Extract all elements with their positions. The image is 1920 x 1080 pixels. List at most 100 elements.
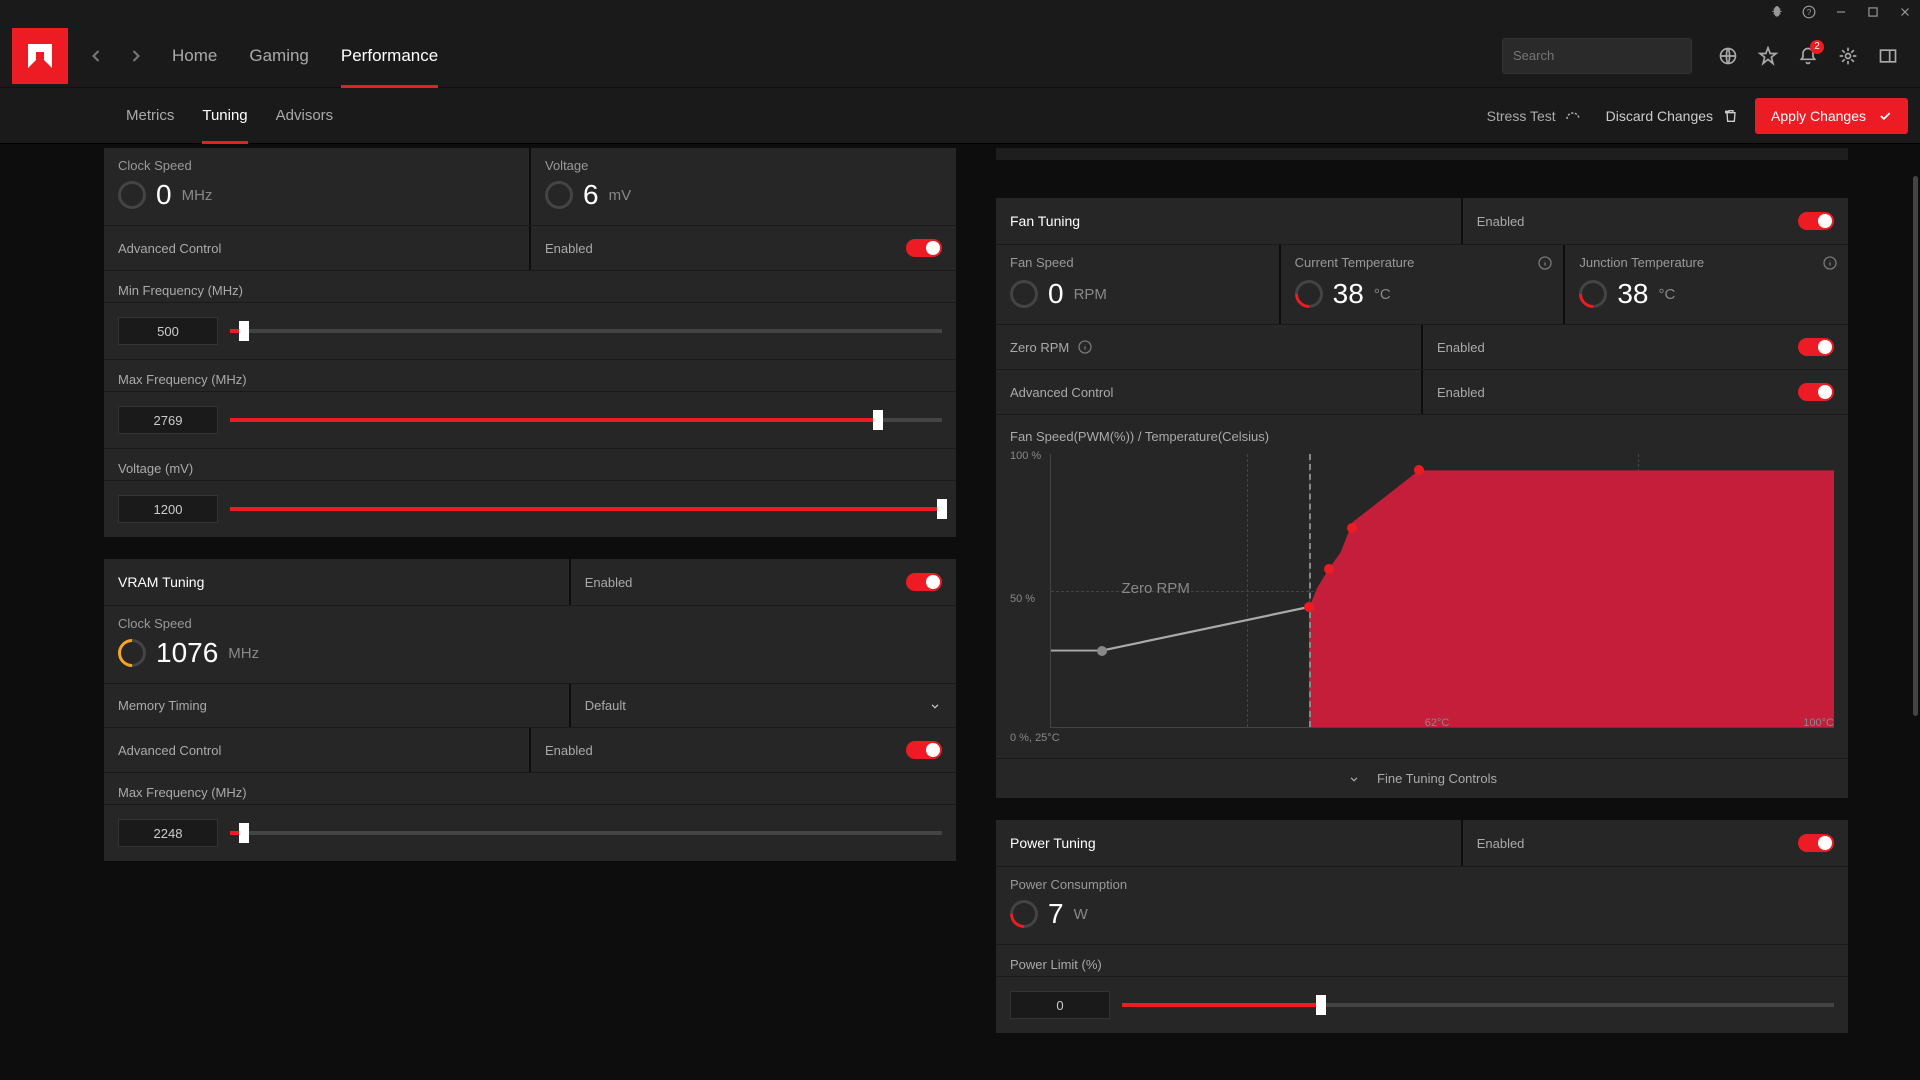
- search-input[interactable]: [1513, 48, 1689, 63]
- maximize-icon[interactable]: [1866, 5, 1880, 19]
- stress-test-button[interactable]: Stress Test: [1487, 107, 1582, 125]
- fine-tuning-expand[interactable]: Fine Tuning Controls: [996, 758, 1848, 798]
- gauge-icon: [545, 181, 573, 209]
- memory-timing-row: Memory Timing Default: [104, 683, 956, 727]
- nav-gaming[interactable]: Gaming: [233, 24, 325, 88]
- gauge-icon: [1004, 894, 1044, 934]
- info-icon[interactable]: [1822, 255, 1838, 271]
- vram-max-freq-slider-row: [104, 804, 956, 861]
- max-freq-input[interactable]: [118, 406, 218, 434]
- fan-curve-chart[interactable]: Fan Speed(PWM(%)) / Temperature(Celsius)…: [996, 414, 1848, 758]
- tab-advisors[interactable]: Advisors: [262, 88, 348, 144]
- star-icon[interactable]: [1748, 36, 1788, 76]
- fan-curve-point[interactable]: [1324, 564, 1334, 574]
- fan-curve-point[interactable]: [1304, 602, 1314, 612]
- power-limit-slider[interactable]: [1122, 1003, 1834, 1007]
- vram-max-freq-input[interactable]: [118, 819, 218, 847]
- voltage-input[interactable]: [118, 495, 218, 523]
- chevron-down-icon: [928, 699, 942, 713]
- memory-timing-label: Memory Timing: [118, 698, 207, 713]
- power-limit-input[interactable]: [1010, 991, 1110, 1019]
- nav-performance[interactable]: Performance: [325, 24, 454, 88]
- gpu-advanced-toggle[interactable]: [906, 239, 942, 257]
- fan-speed-unit: RPM: [1074, 286, 1107, 303]
- apply-changes-button[interactable]: Apply Changes: [1755, 98, 1908, 134]
- gauge-icon: [1010, 280, 1038, 308]
- right-column: Fan Tuning Enabled Fan Speed 0 RPM Curre…: [996, 144, 1848, 1080]
- fan-curve-point[interactable]: [1347, 523, 1357, 533]
- fan-stats: Fan Speed 0 RPM Current Temperature 38 °…: [996, 244, 1848, 324]
- chart-y-100: 100 %: [1010, 450, 1041, 462]
- vram-toggle[interactable]: [906, 573, 942, 591]
- fan-speed-stat: Fan Speed 0 RPM: [996, 245, 1279, 324]
- discard-changes-button[interactable]: Discard Changes: [1606, 108, 1739, 124]
- power-limit-slider-row: [996, 976, 1848, 1033]
- min-freq-slider[interactable]: [230, 329, 942, 333]
- notifications-icon[interactable]: 2: [1788, 36, 1828, 76]
- chart-plot-area[interactable]: 100 % 50 % 0 %, 25°C: [1010, 454, 1834, 744]
- fan-header: Fan Tuning Enabled: [996, 198, 1848, 244]
- chart-origin-label: 0 %, 25°C: [1010, 732, 1060, 744]
- voltage-slider[interactable]: [230, 507, 942, 511]
- fan-advanced-toggle[interactable]: [1798, 383, 1834, 401]
- gauge-icon: [112, 633, 152, 673]
- gpu-voltage-value: 6: [583, 179, 599, 211]
- sidebar-toggle-icon[interactable]: [1868, 36, 1908, 76]
- amd-logo[interactable]: [12, 28, 68, 84]
- vram-max-freq-slider[interactable]: [230, 831, 942, 835]
- advanced-control-label: Advanced Control: [118, 743, 221, 758]
- enabled-label: Enabled: [1477, 836, 1525, 851]
- header: Home Gaming Performance 2: [0, 24, 1920, 88]
- power-limit-label: Power Limit (%): [996, 944, 1848, 976]
- fan-title: Fan Tuning: [1010, 213, 1080, 229]
- gpu-clock-unit: MHz: [182, 187, 213, 204]
- min-freq-input[interactable]: [118, 317, 218, 345]
- fine-tuning-label: Fine Tuning Controls: [1377, 771, 1497, 786]
- trash-icon: [1723, 108, 1739, 124]
- gpu-advanced-control-row: Advanced Control Enabled: [104, 225, 956, 270]
- tab-metrics[interactable]: Metrics: [112, 88, 188, 144]
- settings-icon[interactable]: [1828, 36, 1868, 76]
- power-consumption-value: 7: [1048, 898, 1064, 930]
- gpu-voltage-unit: mV: [609, 187, 632, 204]
- sub-nav: Metrics Tuning Advisors Stress Test Disc…: [0, 88, 1920, 144]
- info-icon[interactable]: [1077, 339, 1093, 355]
- gauge-icon: [1564, 107, 1582, 125]
- chart-x-62: 62°C: [1425, 717, 1450, 729]
- nav-home[interactable]: Home: [156, 24, 233, 88]
- fan-curve-point[interactable]: [1097, 646, 1107, 656]
- gpu-metrics: Clock Speed 0 MHz Voltage 6 mV: [104, 148, 956, 225]
- zero-rpm-toggle[interactable]: [1798, 338, 1834, 356]
- gauge-icon: [118, 181, 146, 209]
- fan-speed-value: 0: [1048, 278, 1064, 310]
- back-button[interactable]: [76, 36, 116, 76]
- min-freq-label: Min Frequency (MHz): [104, 270, 956, 302]
- close-icon[interactable]: [1898, 5, 1912, 19]
- vram-clock-unit: MHz: [228, 645, 259, 662]
- notification-badge: 2: [1810, 40, 1824, 54]
- scrollbar[interactable]: [1913, 176, 1918, 716]
- search-box[interactable]: [1502, 38, 1692, 74]
- enabled-label: Enabled: [585, 575, 633, 590]
- svg-text:?: ?: [1807, 8, 1812, 17]
- vram-advanced-toggle[interactable]: [906, 741, 942, 759]
- help-icon[interactable]: ?: [1802, 5, 1816, 19]
- advanced-control-label: Advanced Control: [1010, 385, 1113, 400]
- minimize-icon[interactable]: [1834, 5, 1848, 19]
- forward-button[interactable]: [116, 36, 156, 76]
- enabled-label: Enabled: [545, 743, 593, 758]
- gauge-icon: [1289, 274, 1329, 314]
- bug-icon[interactable]: [1770, 5, 1784, 19]
- left-column: Clock Speed 0 MHz Voltage 6 mV Advanced …: [104, 144, 956, 1080]
- max-freq-slider[interactable]: [230, 418, 942, 422]
- tab-tuning[interactable]: Tuning: [188, 88, 261, 144]
- enabled-label: Enabled: [1437, 385, 1485, 400]
- power-toggle[interactable]: [1798, 834, 1834, 852]
- fan-toggle[interactable]: [1798, 212, 1834, 230]
- globe-icon[interactable]: [1708, 36, 1748, 76]
- voltage-slider-row: [104, 480, 956, 537]
- fan-curve-point[interactable]: [1414, 465, 1424, 475]
- info-icon[interactable]: [1537, 255, 1553, 271]
- memory-timing-select[interactable]: Default: [571, 684, 956, 727]
- zero-rpm-row: Zero RPM Enabled: [996, 324, 1848, 369]
